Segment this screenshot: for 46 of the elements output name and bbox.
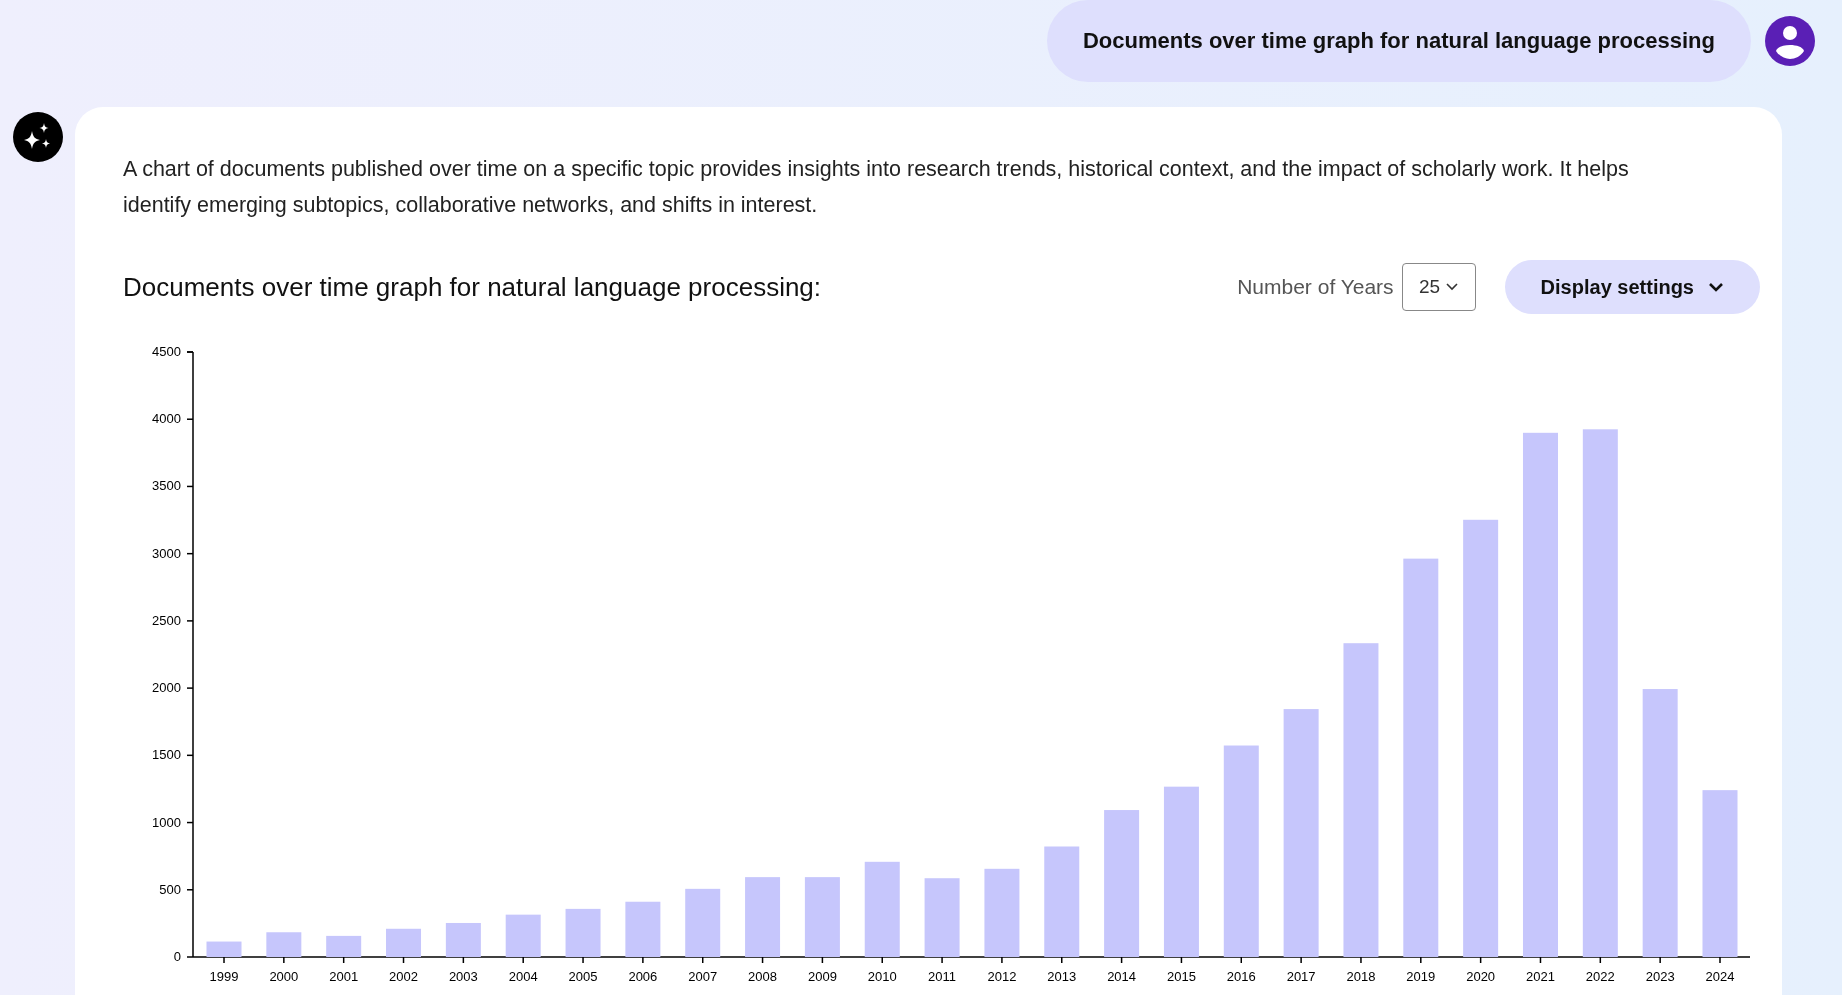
y-tick-label: 500 [159,881,181,897]
x-tick-label: 2019 [1406,969,1436,984]
y-tick-label: 1500 [152,747,181,763]
chevron-down-icon [1446,283,1459,291]
sparkle-icon [13,112,63,162]
x-tick-label: 2006 [628,969,658,984]
x-tick-label: 2001 [329,969,359,984]
x-tick-label: 2004 [508,969,538,984]
x-tick-label: 2022 [1585,969,1615,984]
y-tick-label: 4500 [152,344,181,359]
x-tick-label: 2015 [1167,969,1196,984]
x-tick-label: 2018 [1346,969,1376,984]
y-tick-label: 1000 [152,814,181,830]
x-tick-label: 2021 [1526,969,1555,984]
x-tick-label: 2024 [1705,969,1735,984]
y-tick-label: 3000 [152,545,181,561]
x-tick-label: 2020 [1466,969,1496,984]
x-tick-label: 2010 [867,969,897,984]
x-tick-label: 2011 [928,969,957,984]
y-tick-label: 3500 [152,478,181,494]
chart-heading: Documents over time graph for natural language processing: [123,271,823,303]
years-dropdown[interactable]: 25 [1401,263,1476,311]
description-text: A chart of documents published over time on a specific topic provides insights into research trends, historical context, and the impact of scholarly work. It helps identify emerging subtopics, collaborative networks, and shifts in interest. [123,156,1630,219]
query-bubble: Documents over time graph for natural language processing [1046,0,1751,82]
display-settings-button[interactable]: Display settings [1504,260,1760,314]
x-tick-label: 1999 [209,969,239,984]
x-tick-label: 2023 [1645,969,1675,984]
chevron-down-icon [1708,282,1724,292]
x-tick-label: 2008 [748,969,777,984]
x-tick-label: 2013 [1047,969,1077,984]
x-tick-label: 2017 [1286,969,1316,984]
x-tick-label: 2000 [269,969,299,984]
y-tick-label: 2000 [152,680,181,696]
x-tick-label: 2009 [807,969,837,984]
x-tick-label: 2012 [987,969,1017,984]
years-label: Number of Years [1237,275,1394,299]
x-tick-label: 2005 [568,969,598,984]
y-tick-label: 4000 [152,411,181,427]
y-tick-label: 2500 [152,612,181,628]
x-tick-label: 2003 [448,969,478,984]
y-tick-label: 0 [173,949,181,964]
x-tick-label: 2016 [1226,969,1256,984]
x-tick-label: 2014 [1107,969,1137,984]
x-tick-label: 2002 [389,969,418,984]
user-avatar-icon [1765,16,1815,66]
x-tick-label: 2007 [688,969,718,984]
